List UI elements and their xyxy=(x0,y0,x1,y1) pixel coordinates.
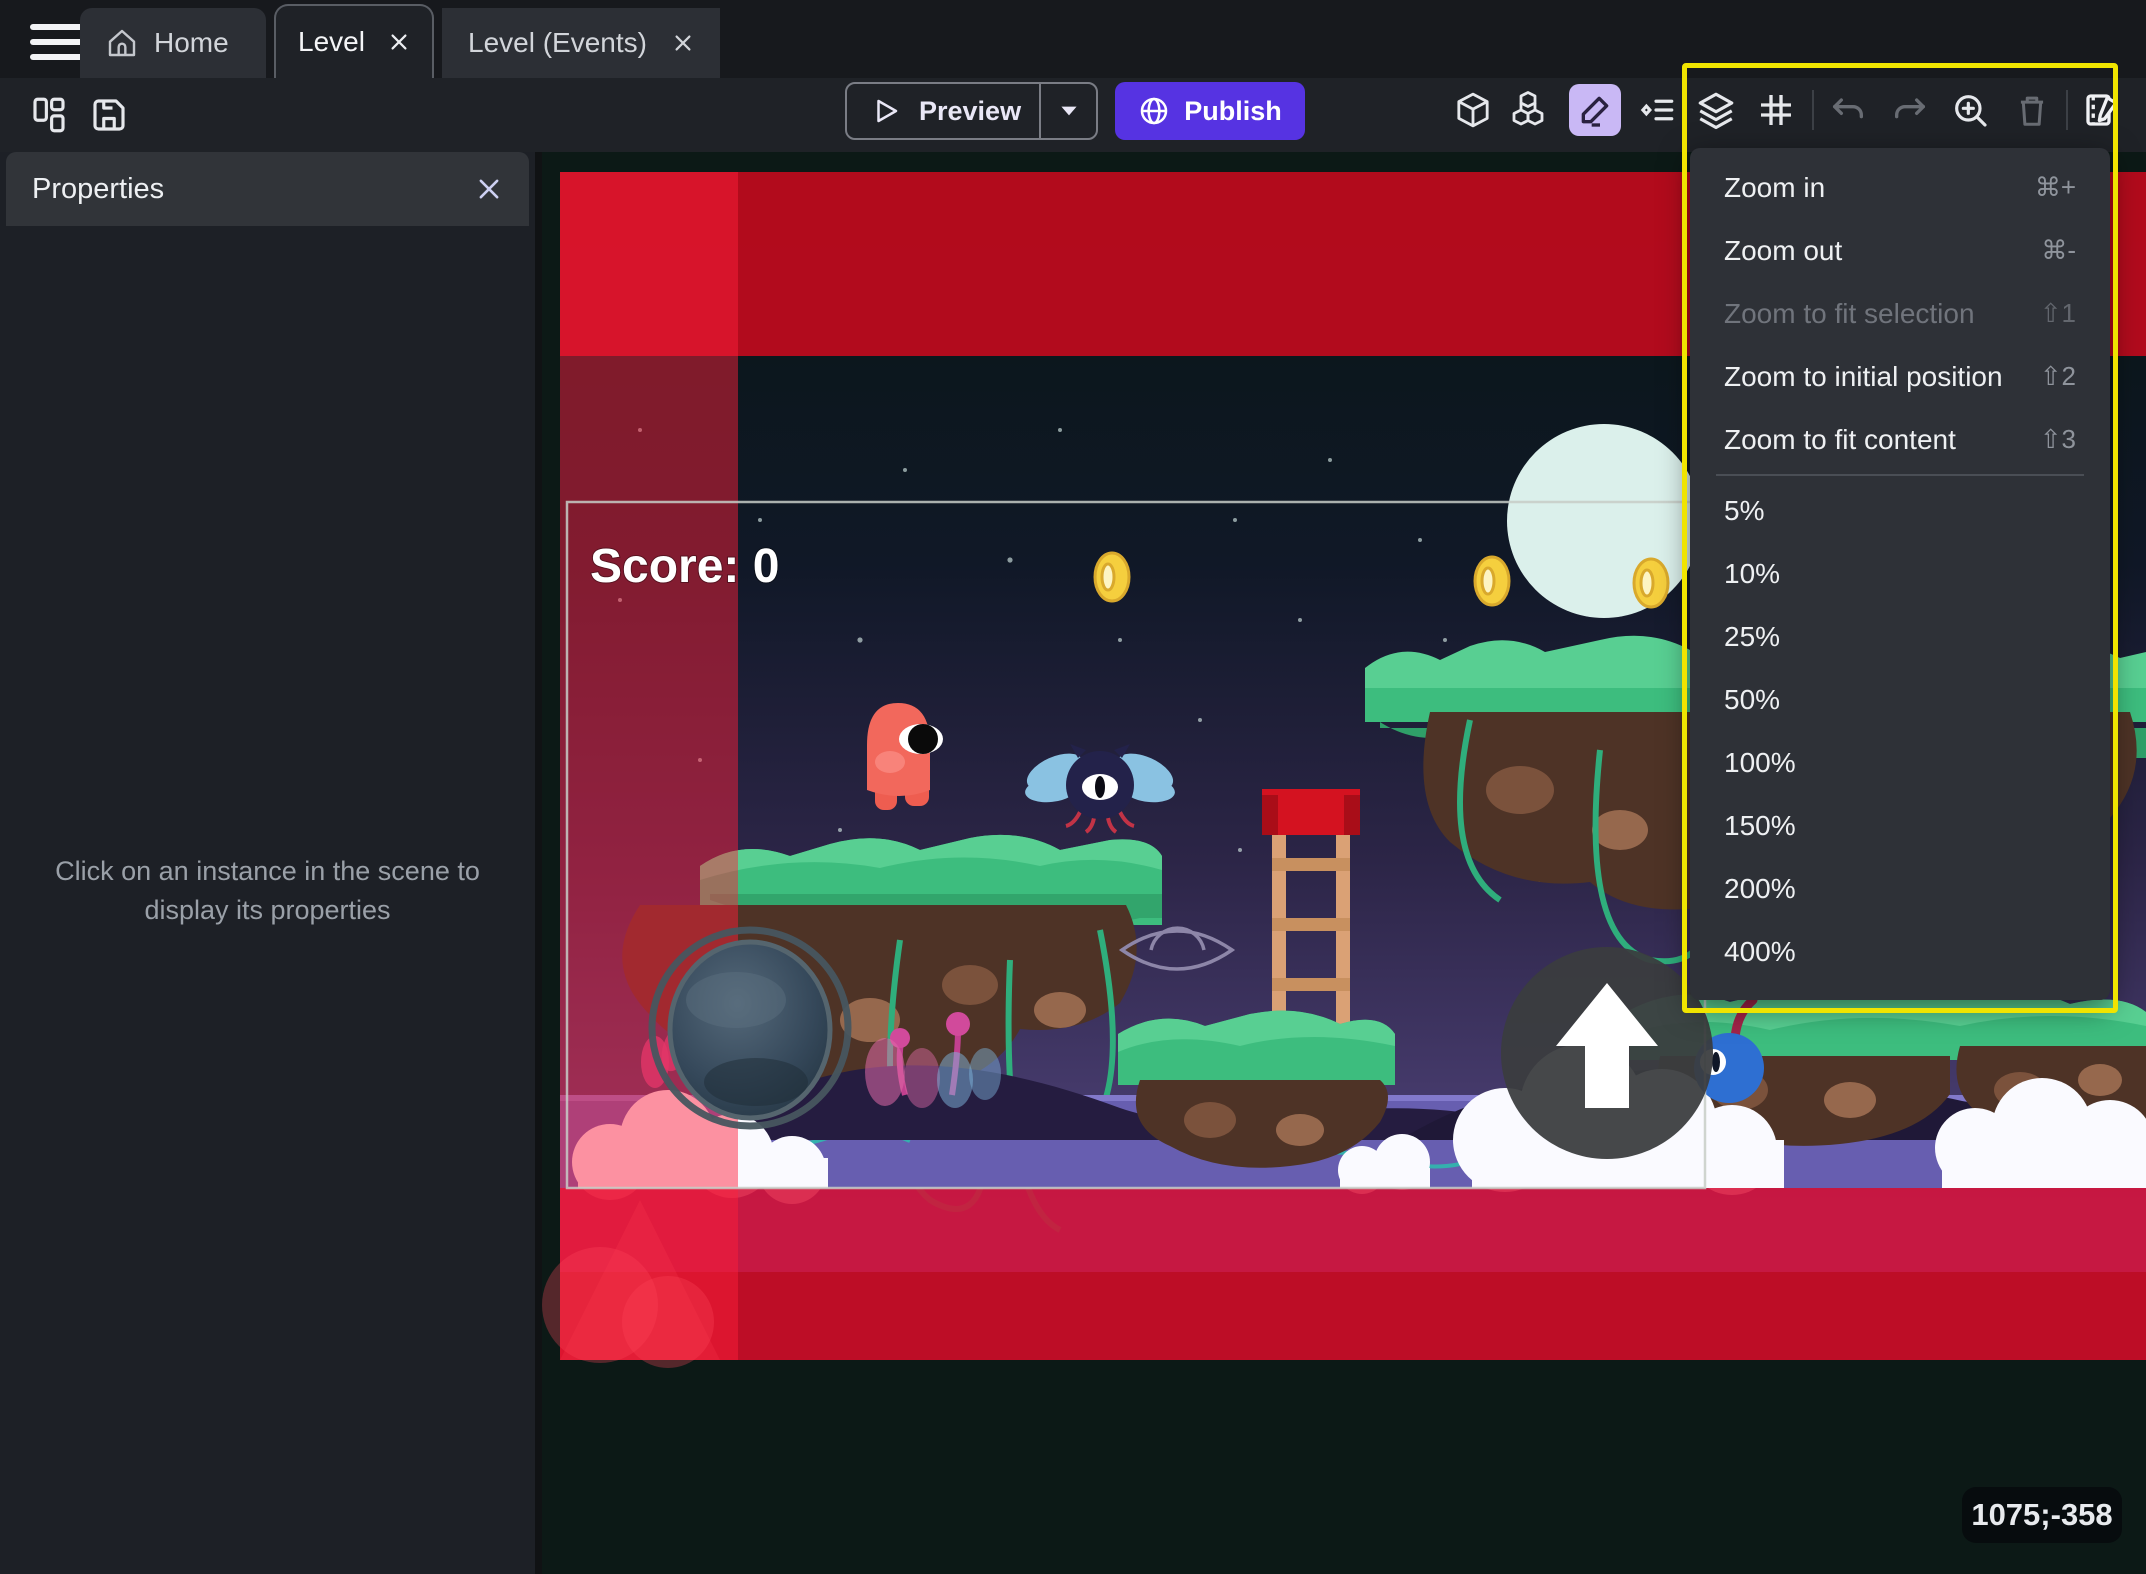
redo-button[interactable] xyxy=(1884,84,1936,136)
play-icon xyxy=(877,99,898,123)
publish-button[interactable]: Publish xyxy=(1115,82,1305,140)
menu-item-zoom-initial-position[interactable]: Zoom to initial position ⇧2 xyxy=(1690,345,2110,408)
save-button[interactable] xyxy=(86,92,132,138)
menu-item-zoom-fit-selection: Zoom to fit selection ⇧1 xyxy=(1724,297,2076,329)
layout-icon xyxy=(33,97,65,133)
red-band-bottom-upper xyxy=(560,1188,2146,1272)
menu-item-zoom-in[interactable]: Zoom in ⌘+ xyxy=(1690,156,2110,219)
save-icon xyxy=(93,99,125,131)
cube-icon xyxy=(1457,92,1489,128)
moon[interactable] xyxy=(1507,424,1701,618)
preview-button[interactable]: Preview xyxy=(845,82,1098,140)
properties-panel-header: Properties xyxy=(6,152,529,226)
joystick-control[interactable] xyxy=(648,926,852,1130)
menu-item-zoom-10[interactable]: 10% xyxy=(1690,542,2110,605)
publish-label: Publish xyxy=(1184,95,1282,126)
layers-icon xyxy=(1698,92,1734,130)
properties-empty-hint: Click on an instance in the scene to dis… xyxy=(55,856,480,926)
toggle-grid-button[interactable] xyxy=(1750,84,1802,136)
preview-options-button[interactable] xyxy=(1041,98,1096,124)
undo-icon xyxy=(1833,98,1863,119)
open-layers-panel-button[interactable] xyxy=(1690,84,1742,136)
toggle-3d-view-button[interactable] xyxy=(1447,84,1499,136)
edit-mode-button[interactable] xyxy=(1569,84,1621,136)
preview-label: Preview xyxy=(919,95,1022,126)
open-instances-list-button[interactable] xyxy=(1630,84,1682,136)
properties-title: Properties xyxy=(32,172,165,205)
trash-icon xyxy=(2020,96,2044,126)
shortcut-label: ⇧2 xyxy=(2039,361,2076,391)
tab-level-active[interactable]: Level xyxy=(274,4,434,78)
menu-divider xyxy=(1716,474,2084,476)
coin[interactable] xyxy=(1632,557,1670,609)
menu-item-zoom-25[interactable]: 25% xyxy=(1690,605,2110,668)
delete-button[interactable] xyxy=(2006,84,2058,136)
toolbar-divider xyxy=(1812,90,1814,130)
zoom-menu-button[interactable] xyxy=(1944,84,1996,136)
menu-item-zoom-200[interactable]: 200% xyxy=(1690,857,2110,920)
menu-item-zoom-50[interactable]: 50% xyxy=(1690,668,2110,731)
pencil-icon xyxy=(1581,96,1609,127)
instances-list-icon xyxy=(1640,99,1674,121)
menu-item-zoom-fit-content[interactable]: Zoom to fit content ⇧3 xyxy=(1690,408,2110,471)
chevron-down-icon xyxy=(1060,106,1077,116)
zoom-dropdown-menu: Zoom in ⌘+ Zoom out ⌘- Zoom to fit selec… xyxy=(1690,148,2110,1000)
toolbar-divider xyxy=(2066,90,2068,130)
close-icon[interactable] xyxy=(388,31,410,53)
shortcut-label: ⇧3 xyxy=(2039,424,2076,454)
edit-scene-events-button[interactable] xyxy=(2076,84,2128,136)
score-text-object[interactable]: Score: 0 xyxy=(589,539,780,594)
tab-level-events-label: Level (Events) xyxy=(468,27,647,58)
close-icon[interactable] xyxy=(672,32,694,54)
close-icon[interactable] xyxy=(475,175,503,203)
home-icon xyxy=(108,29,136,57)
tab-level-label: Level xyxy=(298,26,365,57)
film-edit-icon xyxy=(2086,94,2118,126)
jump-button[interactable] xyxy=(1501,947,1713,1159)
tab-home[interactable]: Home xyxy=(80,8,266,78)
red-band-left xyxy=(560,172,738,1360)
shortcut-label: ⇧1 xyxy=(2039,298,2076,328)
menu-item-zoom-150[interactable]: 150% xyxy=(1690,794,2110,857)
menu-item-zoom-400[interactable]: 400% xyxy=(1690,920,2110,983)
undo-button[interactable] xyxy=(1822,84,1874,136)
tab-level-events[interactable]: Level (Events) xyxy=(442,8,720,78)
menu-item-zoom-100[interactable]: 100% xyxy=(1690,731,2110,794)
objects-cubes-icon xyxy=(1512,91,1544,126)
open-objects-panel-button[interactable] xyxy=(1502,84,1554,136)
cursor-coordinates-badge: 1075;-358 xyxy=(1962,1487,2122,1543)
menu-item-zoom-5[interactable]: 5% xyxy=(1690,479,2110,542)
redo-icon xyxy=(1895,98,1925,119)
shortcut-label: ⌘+ xyxy=(2034,172,2076,202)
grid-icon xyxy=(1761,95,1791,125)
open-editors-panel-button[interactable] xyxy=(26,92,72,138)
shortcut-label: ⌘- xyxy=(2041,235,2076,265)
menu-item-zoom-out[interactable]: Zoom out ⌘- xyxy=(1690,219,2110,282)
tab-home-label: Home xyxy=(154,27,229,58)
globe-icon xyxy=(1140,97,1168,125)
coin[interactable] xyxy=(1473,555,1511,607)
red-band-bottom-lower xyxy=(560,1272,2146,1360)
coin[interactable] xyxy=(1093,551,1131,603)
zoom-in-icon xyxy=(1955,95,1987,127)
